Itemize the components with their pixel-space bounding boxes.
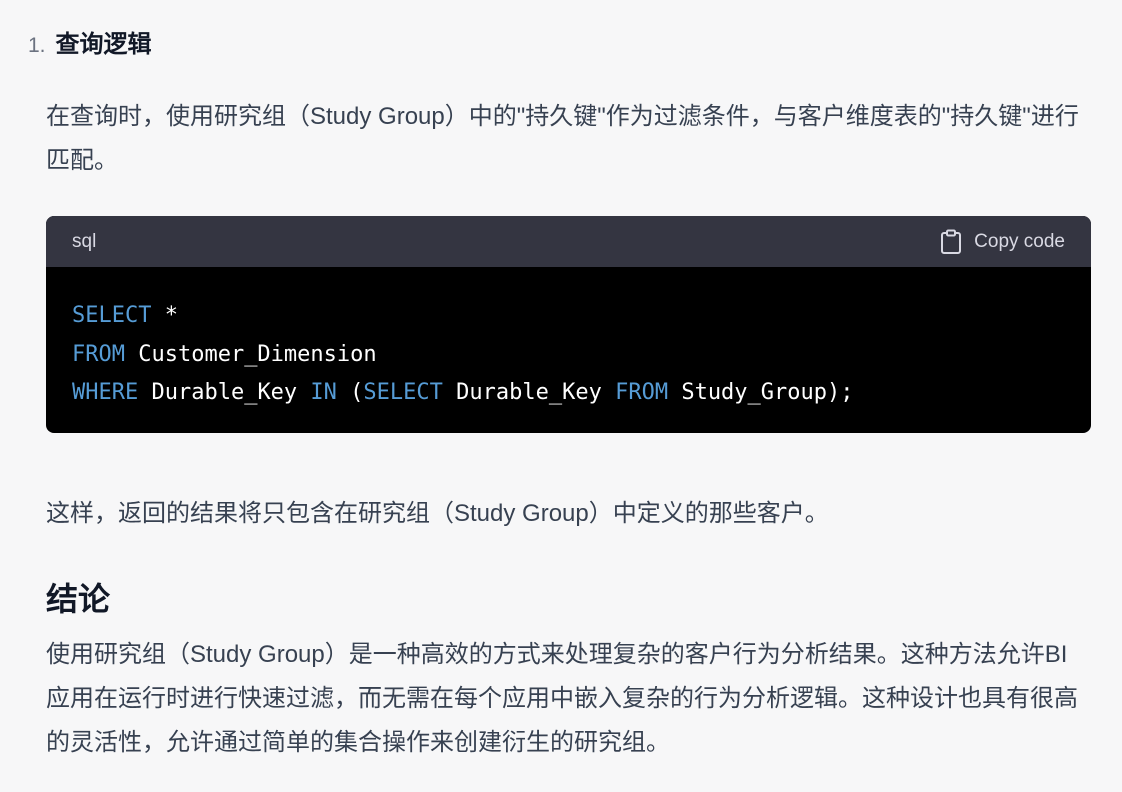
code-line: WHERE Durable_Key IN (SELECT Durable_Key… (72, 374, 1065, 413)
code-line: FROM Customer_Dimension (72, 336, 1065, 375)
paragraph-result: 这样，返回的结果将只包含在研究组（Study Group）中定义的那些客户。 (46, 500, 829, 527)
code-text: * (151, 303, 178, 328)
code-line: SELECT * (72, 297, 1065, 336)
code-block: sql Copy code SELECT * FROM Customer_Dime… (46, 216, 1091, 433)
copy-code-label: Copy code (974, 230, 1065, 252)
code-keyword: SELECT (363, 380, 443, 405)
code-text: Durable_Key (442, 380, 616, 405)
code-text: Durable_Key (138, 380, 311, 405)
code-body: SELECT * FROM Customer_Dimension WHERE Dur… (46, 267, 1091, 433)
code-text: Customer_Dimension (124, 341, 377, 367)
list-item-heading: 1. 查询逻辑 (28, 24, 152, 59)
list-item-title: 查询逻辑 (55, 31, 152, 58)
clipboard-icon (940, 229, 962, 255)
paragraph-conclusion: 使用研究组（Study Group）是一种高效的方式来处理复杂的客户行为分析结果… (46, 641, 1078, 756)
code-keyword: FROM (615, 380, 669, 405)
code-text: ( (336, 380, 364, 405)
list-item-number: 1. (28, 34, 46, 57)
code-language-label: sql (72, 230, 97, 252)
paragraph-query-logic: 在查询时，使用研究组（Study Group）中的"持久键"作为过滤条件，与客户… (46, 103, 1079, 174)
code-block-header: sql Copy code (46, 216, 1091, 267)
code-text: Study_Group); (668, 380, 854, 405)
copy-code-button[interactable]: Copy code (940, 229, 1065, 255)
code-keyword: IN (310, 380, 337, 405)
code-keyword: SELECT (72, 303, 152, 328)
section-title-conclusion: 结论 (46, 581, 111, 617)
code-keyword: WHERE (72, 380, 139, 405)
code-keyword: FROM (72, 341, 125, 367)
